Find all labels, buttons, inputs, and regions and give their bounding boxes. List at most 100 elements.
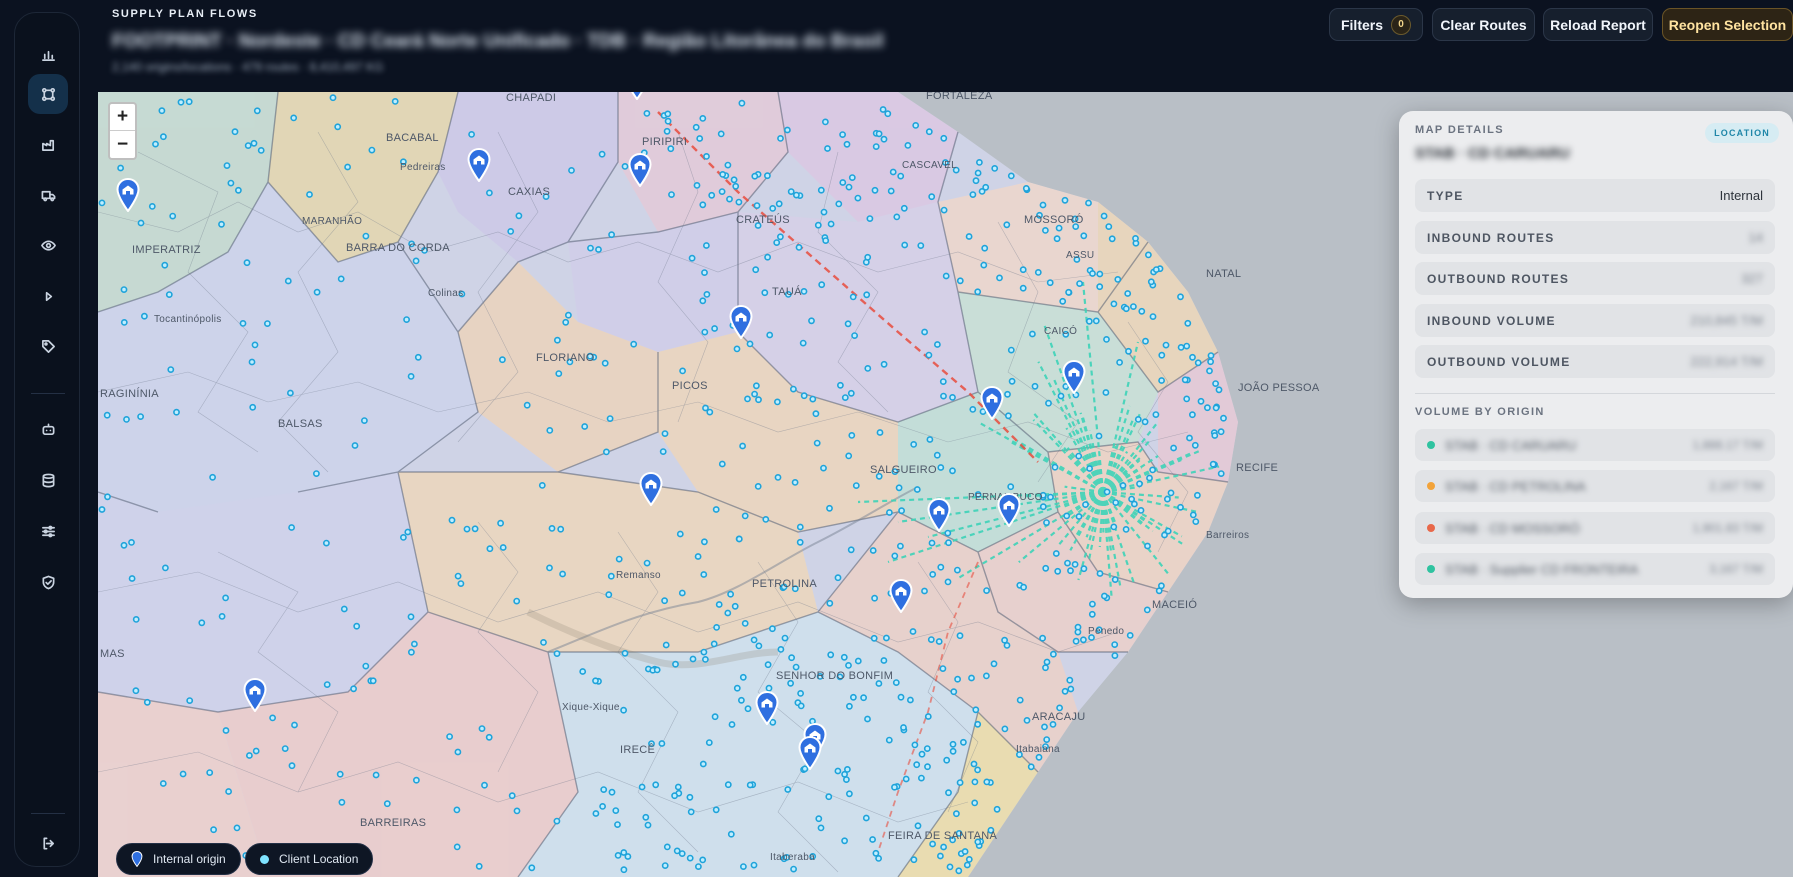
client-location-dot[interactable]	[710, 640, 718, 648]
client-location-dot[interactable]	[792, 663, 800, 671]
client-location-dot[interactable]	[817, 824, 825, 832]
client-location-dot[interactable]	[553, 817, 561, 825]
client-location-dot[interactable]	[848, 431, 856, 439]
client-location-dot[interactable]	[218, 613, 226, 620]
client-location-dot[interactable]	[1080, 232, 1088, 240]
client-location-dot[interactable]	[1001, 725, 1009, 733]
origin-row[interactable]: STAB · CD CARUARU 1,888.17 T/M	[1415, 429, 1775, 461]
client-location-dot[interactable]	[1019, 284, 1027, 292]
client-location-dot[interactable]	[928, 539, 936, 547]
client-location-dot[interactable]	[407, 613, 415, 621]
client-location-dot[interactable]	[940, 134, 948, 142]
client-location-dot[interactable]	[678, 850, 686, 857]
client-location-dot[interactable]	[123, 415, 130, 423]
client-location-dot[interactable]	[897, 172, 905, 180]
client-location-dot[interactable]	[486, 545, 494, 553]
logout-button[interactable]	[28, 823, 68, 863]
client-location-dot[interactable]	[1164, 495, 1171, 503]
client-location-dot[interactable]	[940, 392, 947, 400]
client-location-dot[interactable]	[1189, 353, 1196, 361]
client-location-dot[interactable]	[117, 164, 124, 172]
client-location-dot[interactable]	[162, 564, 169, 572]
client-location-dot[interactable]	[457, 580, 465, 587]
client-location-dot[interactable]	[879, 106, 887, 113]
client-location-dot[interactable]	[744, 705, 752, 713]
client-location-dot[interactable]	[796, 523, 804, 531]
client-location-dot[interactable]	[851, 332, 858, 339]
client-location-dot[interactable]	[1019, 266, 1027, 274]
client-location-dot[interactable]	[965, 233, 973, 240]
client-location-dot[interactable]	[880, 657, 888, 664]
client-location-dot[interactable]	[971, 799, 979, 807]
client-location-dot[interactable]	[755, 642, 763, 650]
client-location-dot[interactable]	[904, 142, 912, 149]
client-location-dot[interactable]	[1152, 411, 1160, 418]
client-location-dot[interactable]	[1189, 511, 1197, 519]
client-location-dot[interactable]	[538, 481, 546, 489]
sidebar-item-charts[interactable]	[28, 34, 68, 74]
client-location-dot[interactable]	[826, 504, 833, 512]
client-location-dot[interactable]	[523, 401, 531, 409]
client-location-dot[interactable]	[762, 515, 770, 523]
client-location-dot[interactable]	[781, 634, 789, 642]
client-location-dot[interactable]	[1043, 736, 1051, 743]
client-location-dot[interactable]	[410, 640, 418, 648]
client-location-dot[interactable]	[1103, 488, 1111, 496]
client-location-dot[interactable]	[1056, 704, 1063, 712]
client-location-dot[interactable]	[620, 849, 628, 856]
client-location-dot[interactable]	[478, 725, 486, 732]
client-location-dot[interactable]	[222, 727, 230, 734]
client-location-dot[interactable]	[1122, 305, 1130, 313]
client-location-dot[interactable]	[179, 770, 187, 778]
client-location-dot[interactable]	[587, 244, 594, 252]
client-location-dot[interactable]	[620, 706, 627, 714]
client-location-dot[interactable]	[1085, 199, 1092, 207]
client-location-dot[interactable]	[974, 766, 981, 774]
client-location-dot[interactable]	[733, 684, 741, 692]
internal-origin-marker[interactable]	[755, 690, 779, 726]
client-location-dot[interactable]	[705, 739, 713, 746]
client-location-dot[interactable]	[1217, 428, 1225, 436]
client-location-dot[interactable]	[885, 736, 893, 744]
client-location-dot[interactable]	[1020, 583, 1027, 591]
client-location-dot[interactable]	[1039, 503, 1047, 511]
client-location-dot[interactable]	[638, 783, 646, 791]
zoom-in-button[interactable]: +	[110, 104, 135, 131]
client-location-dot[interactable]	[167, 366, 175, 373]
client-location-dot[interactable]	[777, 646, 785, 653]
client-location-dot[interactable]	[1042, 226, 1049, 234]
client-location-dot[interactable]	[956, 779, 964, 786]
client-location-dot[interactable]	[206, 769, 214, 776]
client-location-dot[interactable]	[672, 660, 679, 668]
client-location-dot[interactable]	[362, 662, 370, 670]
client-location-dot[interactable]	[281, 745, 289, 752]
client-location-dot[interactable]	[407, 648, 415, 656]
sidebar-item-transport[interactable]	[28, 175, 68, 215]
client-location-dot[interactable]	[391, 97, 399, 105]
client-location-dot[interactable]	[404, 528, 412, 536]
client-location-dot[interactable]	[128, 575, 136, 582]
client-location-dot[interactable]	[608, 788, 616, 796]
client-location-dot[interactable]	[1142, 337, 1149, 345]
client-location-dot[interactable]	[939, 378, 947, 385]
client-location-dot[interactable]	[913, 486, 921, 493]
client-location-dot[interactable]	[841, 394, 849, 401]
client-location-dot[interactable]	[643, 109, 651, 117]
client-location-dot[interactable]	[286, 389, 294, 397]
client-location-dot[interactable]	[177, 98, 185, 106]
client-location-dot[interactable]	[481, 781, 488, 789]
client-location-dot[interactable]	[1096, 283, 1104, 291]
client-location-dot[interactable]	[471, 525, 479, 533]
client-location-dot[interactable]	[528, 864, 536, 872]
client-location-dot[interactable]	[741, 512, 749, 520]
client-location-dot[interactable]	[1066, 676, 1074, 684]
client-location-dot[interactable]	[764, 661, 772, 669]
client-location-dot[interactable]	[883, 634, 890, 642]
client-location-dot[interactable]	[715, 601, 723, 608]
client-location-dot[interactable]	[507, 227, 515, 235]
client-location-dot[interactable]	[846, 702, 853, 710]
client-location-dot[interactable]	[746, 340, 754, 348]
client-location-dot[interactable]	[222, 594, 229, 602]
client-location-dot[interactable]	[911, 741, 919, 749]
client-location-dot[interactable]	[719, 171, 727, 178]
